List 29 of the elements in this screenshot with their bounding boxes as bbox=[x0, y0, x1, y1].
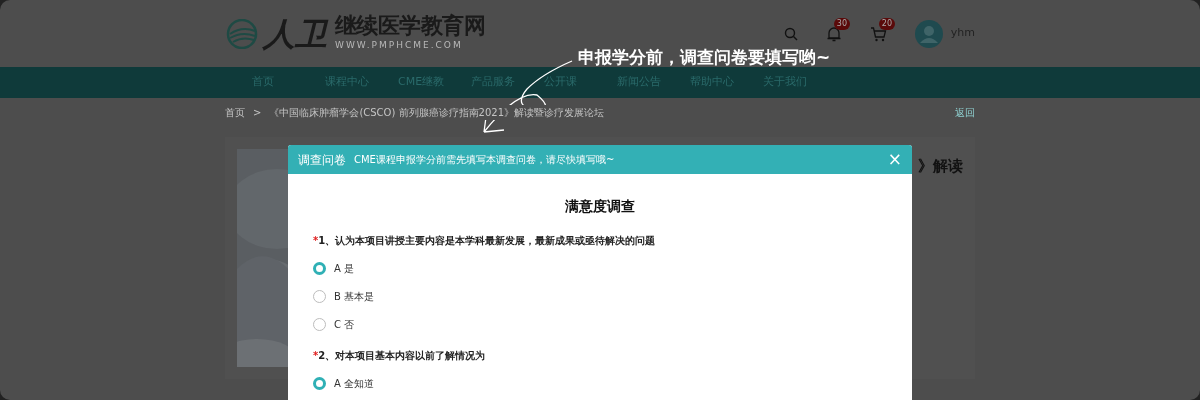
radio-button[interactable] bbox=[313, 262, 326, 275]
bell-icon[interactable] bbox=[825, 25, 842, 42]
radio-button[interactable] bbox=[313, 318, 326, 331]
cart-icon[interactable] bbox=[869, 25, 887, 42]
logo-emblem-icon bbox=[225, 18, 259, 49]
required-mark: * bbox=[313, 349, 319, 363]
logo-url: WWW.PMPHCME.COM bbox=[335, 38, 464, 52]
cart-badge: 20 bbox=[878, 17, 895, 30]
option-label[interactable]: A 全知道 bbox=[334, 376, 375, 391]
option-label[interactable]: B 基本是 bbox=[334, 289, 375, 304]
question-text: 1、认为本项目讲授主要内容是本学科最新发展，最新成果或亟待解决的问题 bbox=[318, 234, 656, 248]
search-icon[interactable] bbox=[783, 26, 798, 41]
back-link[interactable]: 返回 bbox=[955, 104, 975, 120]
radio-button[interactable] bbox=[313, 290, 326, 303]
annotation-text: 申报学分前，调查问卷要填写哟~ bbox=[578, 46, 831, 69]
option-label[interactable]: A 是 bbox=[334, 261, 355, 276]
required-mark: * bbox=[313, 234, 319, 248]
breadcrumb-separator: > bbox=[253, 105, 262, 120]
close-button[interactable]: × bbox=[887, 151, 902, 168]
dialog-subtitle: CME课程申报学分前需先填写本调查问卷，请尽快填写哦~ bbox=[354, 153, 615, 167]
survey-heading: 满意度调查 bbox=[565, 197, 635, 216]
question-text: 2、对本项目基本内容以前了解情况为 bbox=[318, 349, 486, 363]
dialog-title: 调查问卷 bbox=[298, 151, 346, 169]
breadcrumb-link[interactable]: 首页 bbox=[225, 104, 245, 120]
radio-button[interactable] bbox=[313, 377, 326, 390]
notification-badge: 30 bbox=[833, 17, 850, 30]
avatar-icon[interactable] bbox=[914, 19, 943, 48]
option-label[interactable]: C 否 bbox=[334, 317, 355, 332]
course-title: 》解读 bbox=[918, 156, 963, 177]
